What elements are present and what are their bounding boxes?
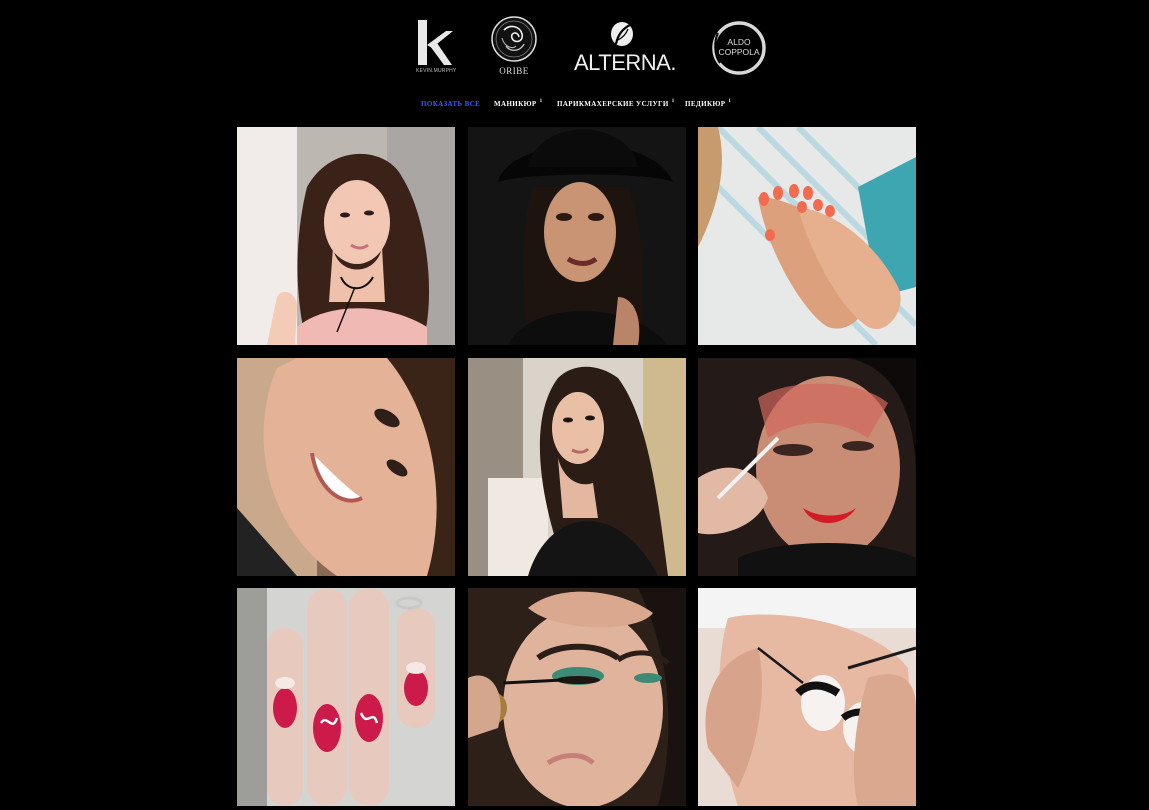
- lash-extension-photo: [698, 588, 916, 806]
- oribe-seal-icon: [491, 16, 537, 62]
- gallery-item-smiling-woman[interactable]: [237, 358, 455, 576]
- gallery-item-red-nails-love[interactable]: [237, 588, 455, 806]
- green-eye-makeup-photo: [468, 588, 686, 806]
- filter-manicure-label: МАНИКЮР: [494, 100, 537, 108]
- filter-show-all[interactable]: ПОКАЗАТЬ ВСЕ: [421, 100, 480, 114]
- filter-pedicure-label: ПЕДИКЮР: [685, 100, 726, 108]
- alterna-wordmark: ALTERNA.: [574, 50, 676, 75]
- smiling-woman-photo: [237, 358, 455, 576]
- filter-hairdressing-count: 1: [671, 99, 675, 104]
- kevin-murphy-logo: KEVIN.MURPHY: [416, 19, 456, 77]
- portfolio-filter-nav: ПОКАЗАТЬ ВСЕ МАНИКЮР 1 ПАРИКМАХЕРСКИЕ УСЛ…: [0, 99, 1149, 114]
- portfolio-gallery: [237, 127, 917, 810]
- filter-manicure[interactable]: МАНИКЮР 1: [494, 99, 543, 114]
- kevin-murphy-caption: KEVIN.MURPHY: [416, 68, 457, 74]
- filter-manicure-count: 1: [539, 99, 543, 104]
- gallery-item-woman-choker[interactable]: [237, 127, 455, 345]
- filter-hairdressing[interactable]: ПАРИКМАХЕРСКИЕ УСЛУГИ 1: [557, 99, 675, 114]
- gallery-item-green-eye-makeup[interactable]: [468, 588, 686, 806]
- gallery-item-eyeshadow-application[interactable]: [698, 358, 916, 576]
- gallery-item-woman-over-shoulder[interactable]: [468, 358, 686, 576]
- eyeshadow-application-photo: [698, 358, 916, 576]
- oribe-logo: ORIBE: [490, 16, 538, 78]
- woman-over-shoulder-photo: [468, 358, 686, 576]
- filter-pedicure-count: 1: [728, 99, 732, 104]
- oribe-caption: ORIBE: [499, 66, 529, 76]
- alterna-leaf-icon: [611, 22, 633, 46]
- woman-choker-photo: [237, 127, 455, 345]
- gallery-item-lash-extension[interactable]: [698, 588, 916, 806]
- alterna-logo: ALTERNA.: [574, 20, 676, 75]
- gallery-item-coral-nails[interactable]: [698, 127, 916, 345]
- red-nails-love-photo: [237, 588, 455, 806]
- coral-nails-photo: [698, 127, 916, 345]
- brand-logos: KEVIN.MURPHY ORIBE ALTERNA. ALDO COPPOLA: [0, 0, 1149, 90]
- aldo-coppola-caption: ALDO COPPOLA: [710, 37, 768, 57]
- gallery-item-woman-black-hat[interactable]: [468, 127, 686, 345]
- woman-black-hat-photo: [468, 127, 686, 345]
- filter-hairdressing-label: ПАРИКМАХЕРСКИЕ УСЛУГИ: [557, 100, 669, 108]
- aldo-caption-line1: ALDO: [727, 37, 751, 47]
- aldo-caption-line2: COPPOLA: [718, 47, 760, 57]
- filter-pedicure[interactable]: ПЕДИКЮР 1: [685, 99, 732, 114]
- filter-show-all-label: ПОКАЗАТЬ ВСЕ: [421, 100, 481, 108]
- aldo-coppola-logo: ALDO COPPOLA: [710, 19, 768, 77]
